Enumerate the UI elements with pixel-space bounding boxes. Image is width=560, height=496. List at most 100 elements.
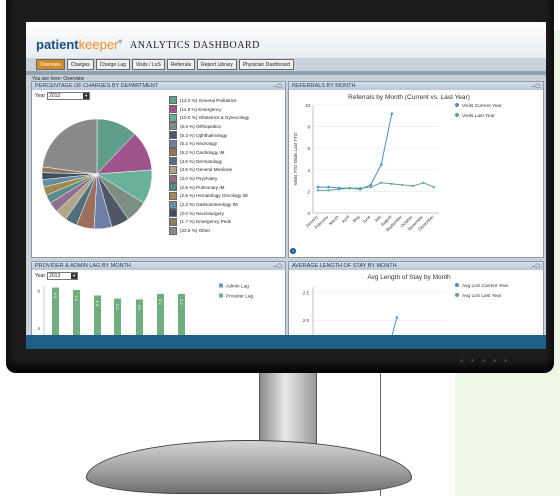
data-point[interactable] <box>369 183 373 187</box>
data-point[interactable] <box>379 163 383 166</box>
legend-item: (2.5 %) Pulmonary IM <box>169 183 249 192</box>
tab-referrals[interactable]: Referrals <box>166 59 196 70</box>
bar-value-label: 5.6 <box>158 298 163 304</box>
legend-item: (3.6 %) Dermatology <box>169 157 249 166</box>
data-point[interactable] <box>432 185 436 189</box>
y-tick-label: 10 <box>305 103 311 108</box>
x-tick-label: March <box>328 214 340 226</box>
legend-swatch <box>169 200 177 209</box>
legend-swatch <box>169 183 177 192</box>
panel-title: PERCENTAGE OF CHARGES BY DEPARTMENT <box>35 83 159 89</box>
legend-label: Provider Lag <box>226 294 254 300</box>
panel-header: PERCENTAGE OF CHARGES BY DEPARTMENT ⌄▢ <box>32 82 285 90</box>
data-point[interactable] <box>422 181 425 184</box>
legend-label: (12.0 %) General Pediatrics <box>180 97 237 103</box>
y-tick-label: 6 <box>307 146 310 151</box>
legend-item: (11.8 %) Emergency <box>169 105 249 114</box>
legend-swatch <box>169 191 177 200</box>
tab-charge-lag[interactable]: Charge Lag <box>95 59 130 70</box>
monitor-stand-neck <box>259 373 317 445</box>
x-tick-label: June <box>361 214 372 225</box>
panel-referrals-by-month: REFERRALS BY MONTH ⌄▢ Referrals by Month… <box>288 81 544 258</box>
x-tick-label: April <box>341 214 351 224</box>
data-point[interactable] <box>380 181 383 184</box>
legend-item: (2.0 %) Neurosurgery <box>169 209 249 218</box>
legend-swatch <box>169 105 177 114</box>
data-point[interactable] <box>348 187 351 190</box>
pie-chart <box>41 118 153 230</box>
tab-bar: Overview Charges Charge Lag Visits / LoS Ref… <box>36 59 295 70</box>
panel-title: REFERRALS BY MONTH <box>292 83 356 89</box>
pie-slice[interactable] <box>42 118 98 175</box>
monitor-bottom-bar <box>26 335 546 349</box>
legend-swatch <box>169 209 177 218</box>
panel-controls[interactable]: ⌄▢ <box>531 82 540 90</box>
legend-item: (22.9 %) Other <box>169 226 249 235</box>
series-line <box>318 113 393 190</box>
app-title: ANALYTICS DASHBOARD <box>130 40 260 51</box>
monitor-button-dots: ▪ ▪ ▪ ▪ ▪ <box>460 356 511 365</box>
legend-marker <box>455 293 459 297</box>
legend-label: (2.0 %) Neurosurgery <box>180 210 224 216</box>
legend-label: (5.2 %) Neurology <box>180 141 218 147</box>
chevron-down-icon[interactable]: ▼ <box>83 93 90 99</box>
legend-label: (3.5 %) General Medicine <box>180 167 233 173</box>
panel-title: PROVIDER & ADMIN LAG BY MONTH <box>35 263 131 269</box>
chevron-down-icon[interactable]: ▼ <box>71 273 78 279</box>
data-point[interactable] <box>327 189 330 192</box>
x-tick-label: May <box>352 214 362 224</box>
legend-swatch <box>169 157 177 166</box>
legend-swatch <box>169 226 177 235</box>
panel-charges-by-department: PERCENTAGE OF CHARGES BY DEPARTMENT ⌄▢ Y… <box>31 81 286 258</box>
legend-label: (3.0 %) Psychiatry <box>180 176 218 182</box>
referrals-line-chart: Referrals by Month (Current vs. Last Yea… <box>290 94 502 254</box>
bar-value-label: 5.6 <box>179 298 184 304</box>
legend-label: Avg LoS Last Year <box>462 293 502 299</box>
data-point[interactable] <box>401 183 404 187</box>
legend-swatch <box>169 122 177 131</box>
year-label: Year <box>35 93 46 99</box>
legend-swatch <box>169 113 177 122</box>
data-point[interactable] <box>411 184 415 188</box>
data-point[interactable] <box>327 185 330 189</box>
legend-item: (3.5 %) General Medicine <box>169 165 249 175</box>
tab-report-library[interactable]: Report Library <box>197 59 237 70</box>
legend-label: (11.8 %) Emergency <box>180 106 222 112</box>
legend-marker <box>455 103 459 107</box>
data-point[interactable] <box>390 182 393 185</box>
legend-swatch <box>169 148 177 157</box>
bar-value-label: 4.9 <box>137 304 142 310</box>
data-point[interactable] <box>369 185 372 189</box>
panel-controls[interactable]: ⌄▢ <box>531 262 540 270</box>
data-point[interactable] <box>359 187 362 190</box>
legend-swatch <box>219 283 223 288</box>
data-point[interactable] <box>316 185 320 189</box>
legend-marker <box>455 283 459 287</box>
legend-marker <box>455 113 459 117</box>
legend-label: (5.3 %) Ophthalmology <box>180 132 227 138</box>
y-tick-label: 2.0 <box>303 318 310 323</box>
legend-item: (5.3 %) Ophthalmology <box>169 131 249 140</box>
panel-header: PROVIDER & ADMIN LAG BY MONTH ⌄▢ <box>32 262 285 270</box>
legend-label: (3.6 %) Dermatology <box>180 158 223 164</box>
panel-controls[interactable]: ⌄▢ <box>273 82 282 90</box>
year-select[interactable]: 2013 ▼ <box>47 272 79 280</box>
data-point[interactable] <box>390 112 394 115</box>
tab-visits-los[interactable]: Visits / LoS <box>131 59 165 70</box>
tab-physician-dashboard[interactable]: Physician Dashboard <box>238 59 295 70</box>
panel-controls[interactable]: ⌄▢ <box>273 262 282 270</box>
year-select[interactable]: 2012 ▼ <box>47 92 91 100</box>
bar-value-label: 6.4 <box>53 292 58 298</box>
monitor-stand-base <box>86 440 412 494</box>
tab-charges[interactable]: Charges <box>66 59 94 70</box>
los-line-chart: Avg Length of Stay by Month2.52.01.5Avg … <box>303 274 509 335</box>
data-point[interactable] <box>316 189 320 192</box>
legend-item: (10.0 %) Obstetrics & Gynecology <box>169 113 249 122</box>
legend-label: (1.7 %) Emergency Peds <box>180 219 232 225</box>
tab-overview[interactable]: Overview <box>36 59 65 70</box>
data-point[interactable] <box>337 188 341 191</box>
legend-swatch <box>169 174 177 183</box>
panel-average-length-of-stay: AVERAGE LENGTH OF STAY BY MONTH ⌄▢ Avg L… <box>288 261 544 335</box>
legend-item: (2.2 %) Gastroenterology IM <box>169 200 249 209</box>
y-axis-label: Visits YTD Visits Last YTD <box>293 132 298 185</box>
